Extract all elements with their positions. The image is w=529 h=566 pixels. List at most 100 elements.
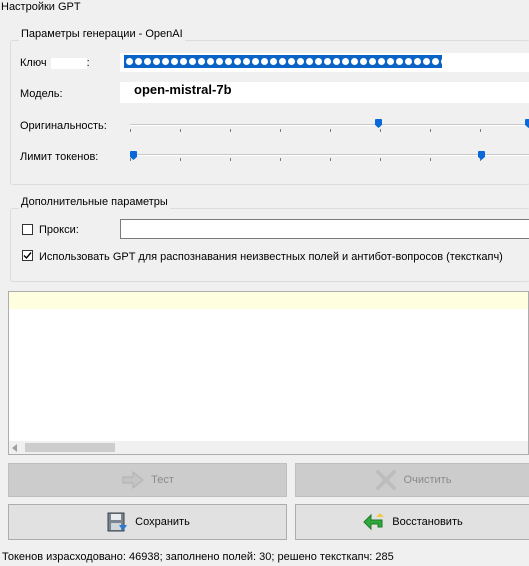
proxy-label: Прокси: [39, 224, 79, 236]
password-dot [414, 58, 421, 65]
password-dot [252, 58, 259, 65]
password-dot [261, 58, 268, 65]
password-dot [270, 58, 277, 65]
slider-tick [480, 129, 481, 132]
restore-button[interactable]: Восстановить [295, 504, 529, 540]
password-dot [153, 58, 160, 65]
horizontal-scrollbar[interactable] [9, 441, 528, 454]
proxy-checkbox[interactable] [22, 224, 33, 235]
key-label-redaction [50, 57, 87, 69]
password-dot [468, 58, 475, 65]
originality-label: Оригинальность: [20, 120, 107, 132]
slider-thumb-secondary[interactable] [525, 119, 529, 128]
proxy-input[interactable] [120, 219, 529, 239]
password-dot [369, 58, 376, 65]
slider-tick [130, 129, 131, 132]
password-dot [360, 58, 367, 65]
current-line-highlight [9, 292, 528, 309]
slider-tick [180, 158, 181, 161]
password-dot [423, 58, 430, 65]
password-dot [387, 58, 394, 65]
slider-tick [330, 129, 331, 132]
slider-tick [230, 158, 231, 161]
checkmark-icon [23, 252, 32, 260]
slider-tick [330, 158, 331, 161]
originality-slider[interactable] [130, 118, 529, 138]
slider-tick [430, 129, 431, 132]
password-dot [171, 58, 178, 65]
tokens-track [130, 154, 529, 156]
slider-tick [230, 129, 231, 132]
slider-tick [430, 158, 431, 161]
password-dot [288, 58, 295, 65]
password-dot [189, 58, 196, 65]
key-field[interactable] [120, 53, 529, 72]
password-dot [396, 58, 403, 65]
password-dot [297, 58, 304, 65]
password-dot [441, 58, 448, 65]
password-dot [225, 58, 232, 65]
restore-arrow-icon [362, 511, 386, 533]
save-button[interactable]: Сохранить [8, 504, 287, 540]
password-dot [135, 58, 142, 65]
use-gpt-checkbox[interactable] [22, 250, 33, 261]
arrow-right-icon [121, 469, 145, 491]
password-dot [486, 58, 493, 65]
password-dot [216, 58, 223, 65]
password-dot [459, 58, 466, 65]
key-masked-value [126, 56, 529, 67]
slider-tick [130, 158, 131, 161]
save-button-label: Сохранить [135, 516, 190, 528]
clear-x-icon [374, 469, 398, 491]
model-value: open-mistral-7b [134, 82, 232, 97]
password-dot [198, 58, 205, 65]
password-dot [495, 58, 502, 65]
scroll-thumb[interactable] [25, 443, 115, 452]
password-dot [522, 58, 529, 65]
key-label: Ключ: [20, 57, 90, 69]
use-gpt-label: Использовать GPT для распознавания неизв… [39, 251, 503, 263]
window-title: Настройки GPT [1, 1, 81, 13]
tokens-label: Лимит токенов: [20, 151, 99, 163]
password-dot [513, 58, 520, 65]
slider-thumb[interactable] [375, 119, 382, 128]
save-disk-icon [105, 511, 129, 533]
model-label: Модель: [20, 88, 63, 100]
slider-tick [180, 129, 181, 132]
password-dot [306, 58, 313, 65]
password-dot [504, 58, 511, 65]
slider-tick [380, 158, 381, 161]
tokens-slider[interactable] [130, 149, 529, 169]
password-dot [234, 58, 241, 65]
password-dot [126, 58, 133, 65]
password-dot [180, 58, 187, 65]
log-textarea[interactable] [8, 291, 529, 455]
test-button[interactable]: Тест [8, 463, 287, 497]
slider-tick [280, 129, 281, 132]
password-dot [324, 58, 331, 65]
model-field[interactable]: open-mistral-7b [120, 82, 529, 103]
password-dot [405, 58, 412, 65]
password-dot [333, 58, 340, 65]
password-dot [144, 58, 151, 65]
originality-track [130, 124, 529, 126]
clear-button-label: Очистить [403, 474, 452, 486]
slider-thumb[interactable] [130, 151, 137, 160]
password-dot [315, 58, 322, 65]
slider-tick [280, 158, 281, 161]
status-bar: Токенов израсходовано: 46938; заполнено … [2, 551, 394, 563]
password-dot [162, 58, 169, 65]
password-dot [477, 58, 484, 65]
scroll-left-icon[interactable] [12, 444, 17, 452]
generation-legend: Параметры генерации - OpenAI [19, 27, 185, 41]
password-dot [207, 58, 214, 65]
password-dot [450, 58, 457, 65]
password-dot [243, 58, 250, 65]
password-dot [378, 58, 385, 65]
slider-tick [380, 129, 381, 132]
password-dot [351, 58, 358, 65]
test-button-label: Тест [151, 474, 174, 486]
extra-legend: Дополнительные параметры [19, 195, 170, 209]
clear-button[interactable]: Очистить [295, 463, 529, 497]
password-dot [342, 58, 349, 65]
